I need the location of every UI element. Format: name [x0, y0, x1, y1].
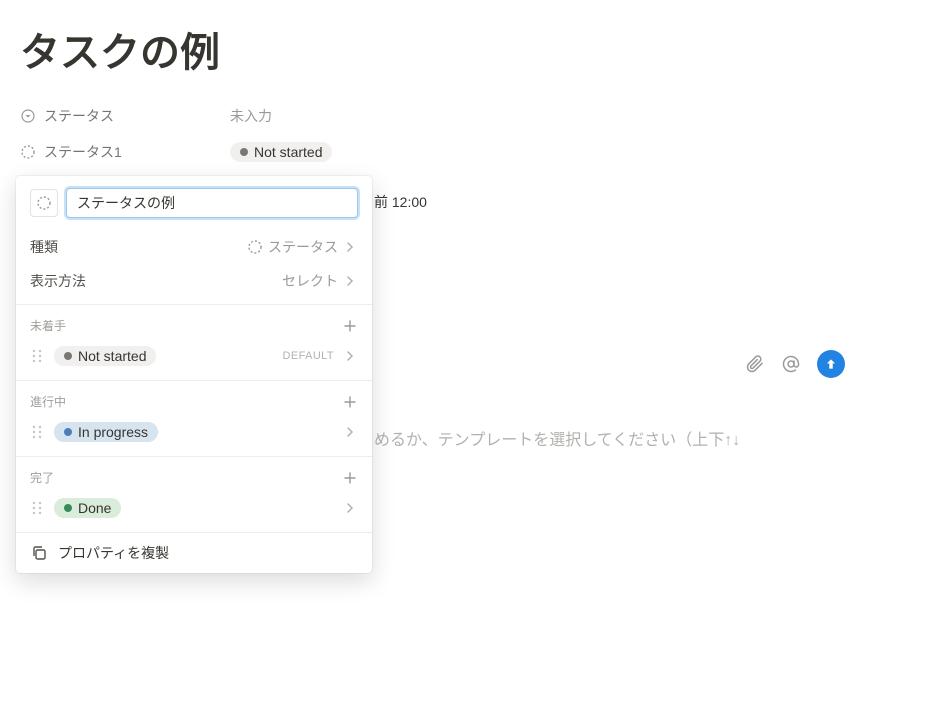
- action-label: プロパティを複製: [58, 543, 169, 563]
- add-option-button[interactable]: [342, 318, 358, 334]
- page-title: タスクの例: [0, 0, 930, 78]
- status-pill: Done: [54, 498, 121, 518]
- status-pill-not-started: Not started: [230, 142, 332, 162]
- status-dot: [240, 148, 248, 156]
- attachment-icon[interactable]: [745, 354, 765, 374]
- select-icon: [20, 108, 36, 124]
- property-value: 未入力: [230, 106, 272, 126]
- chevron-right-icon: [344, 349, 358, 363]
- property-row-status[interactable]: ステータス 未入力: [0, 98, 930, 134]
- status-pill-text: Done: [78, 500, 111, 516]
- property-value: Not started: [230, 142, 332, 162]
- status-pill-text: In progress: [78, 424, 148, 440]
- add-option-button[interactable]: [342, 394, 358, 410]
- duplicate-property-button[interactable]: プロパティを複製: [16, 533, 372, 573]
- property-label: ステータス: [20, 106, 230, 126]
- config-type-row[interactable]: 種類 ステータス: [16, 230, 372, 264]
- config-display-value: セレクト: [282, 271, 358, 291]
- chevron-right-icon: [344, 274, 358, 288]
- config-display-row[interactable]: 表示方法 セレクト: [16, 264, 372, 298]
- default-badge: DEFAULT: [283, 350, 335, 362]
- status-option-done[interactable]: Done: [16, 490, 372, 526]
- drag-handle-icon[interactable]: [30, 501, 44, 515]
- duplicate-icon: [30, 544, 48, 562]
- chevron-right-icon: [344, 501, 358, 515]
- chevron-right-icon: [344, 425, 358, 439]
- config-type-label: 種類: [30, 237, 58, 257]
- chevron-right-icon: [344, 240, 358, 254]
- drag-handle-icon[interactable]: [30, 349, 44, 363]
- send-button[interactable]: [817, 350, 845, 378]
- status-dot: [64, 352, 72, 360]
- comment-toolbar: [745, 350, 845, 378]
- property-row-status1[interactable]: ステータス1 Not started: [0, 134, 930, 170]
- group-header-done: 完了: [16, 457, 372, 490]
- status-pill: In progress: [54, 422, 158, 442]
- property-config-popup: 種類 ステータス 表示方法 セレクト 未着手 Not st: [16, 176, 372, 573]
- status-dot: [64, 504, 72, 512]
- date-partial: 前 12:00: [374, 192, 427, 212]
- status-option-not-started[interactable]: Not started DEFAULT: [16, 338, 372, 374]
- status-dot: [64, 428, 72, 436]
- popup-header: [16, 176, 372, 230]
- config-type-value: ステータス: [248, 237, 358, 257]
- property-name-input[interactable]: [66, 188, 358, 218]
- group-label: 未着手: [30, 317, 66, 334]
- property-label-text: ステータス1: [44, 142, 122, 162]
- group-header-inprogress: 進行中: [16, 381, 372, 414]
- status-icon: [20, 144, 36, 160]
- property-label-text: ステータス: [44, 106, 114, 126]
- group-label: 完了: [30, 469, 54, 486]
- group-label: 進行中: [30, 393, 66, 410]
- property-label: ステータス1: [20, 142, 230, 162]
- property-icon-button[interactable]: [30, 189, 58, 217]
- config-display-label: 表示方法: [30, 271, 86, 291]
- add-option-button[interactable]: [342, 470, 358, 486]
- editor-placeholder: めるか、テンプレートを選択してください（上下↑↓: [374, 426, 740, 450]
- drag-handle-icon[interactable]: [30, 425, 44, 439]
- status-option-in-progress[interactable]: In progress: [16, 414, 372, 450]
- status-pill: Not started: [54, 346, 156, 366]
- status-pill-text: Not started: [254, 144, 322, 160]
- status-pill-text: Not started: [78, 348, 146, 364]
- group-header-todo: 未着手: [16, 305, 372, 338]
- mention-icon[interactable]: [781, 354, 801, 374]
